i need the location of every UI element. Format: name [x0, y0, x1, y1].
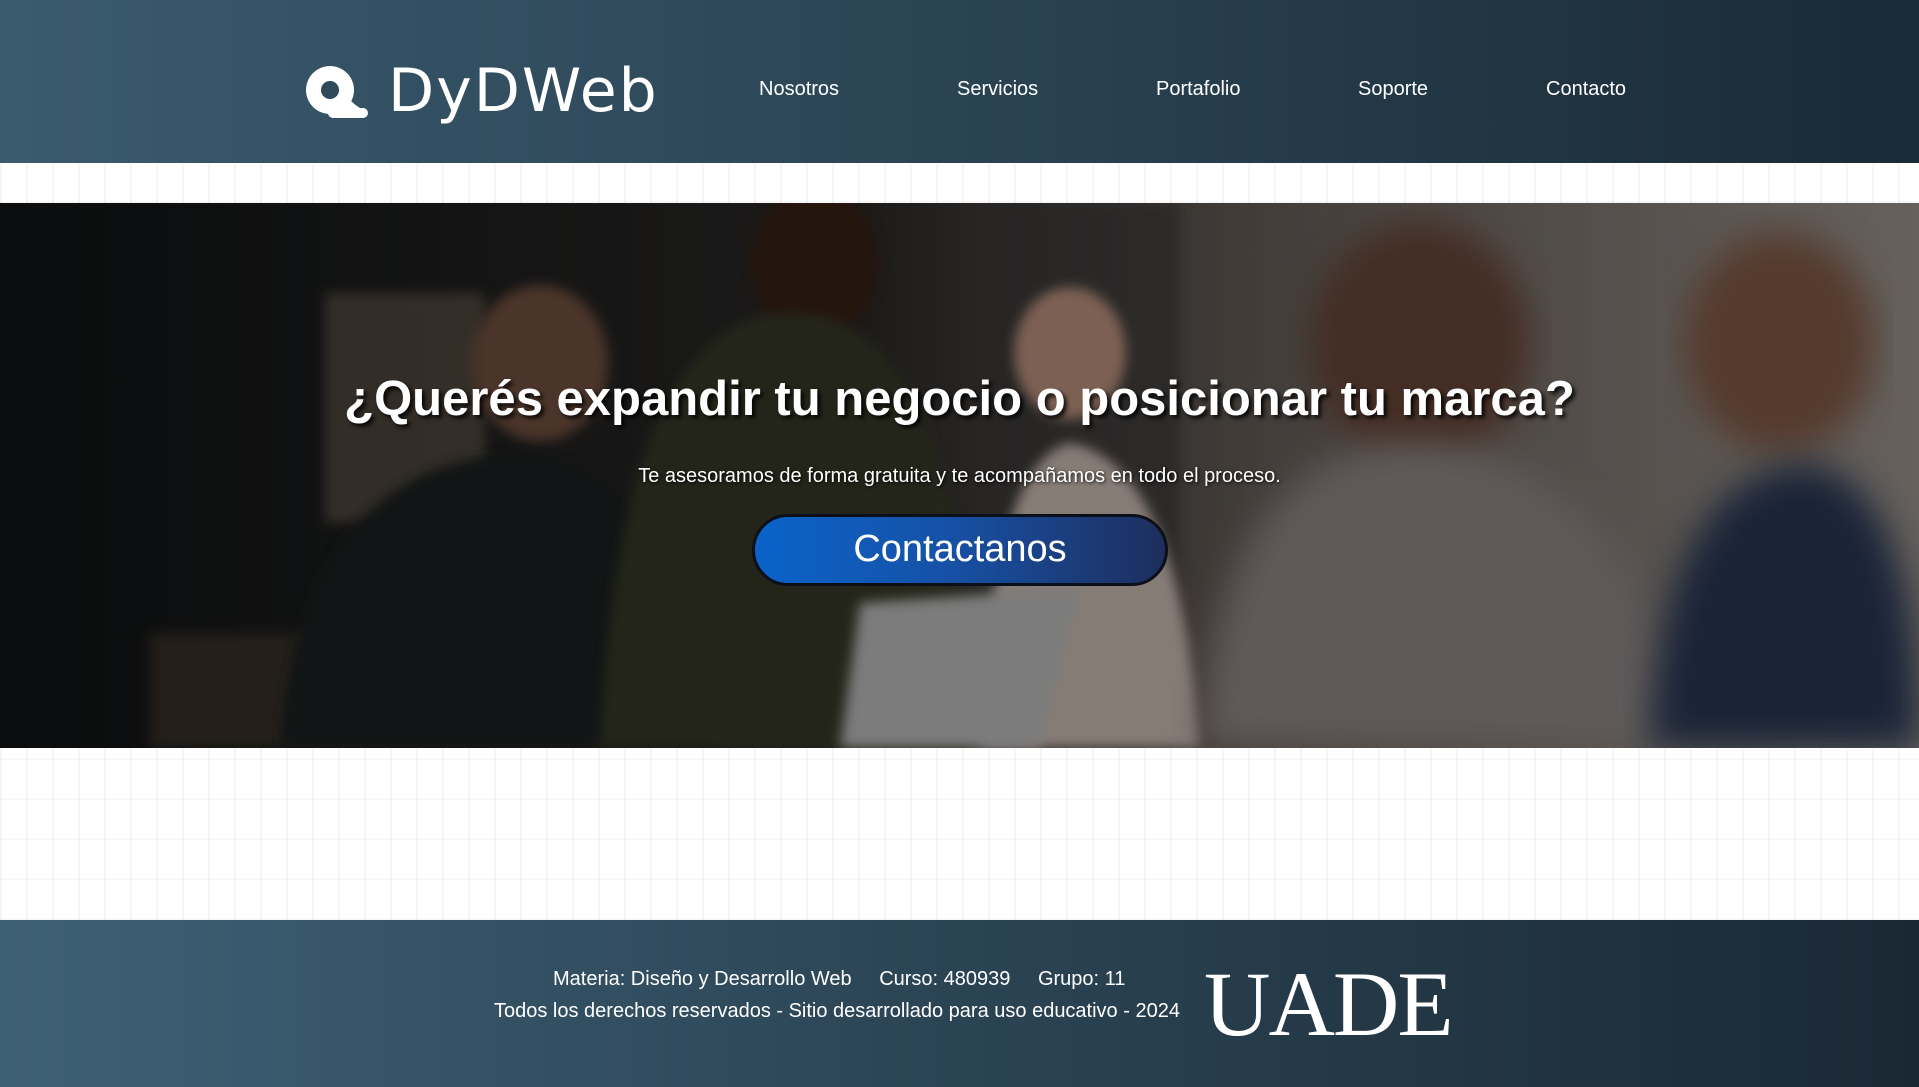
swirl-logo-icon — [306, 66, 368, 118]
circuit-pattern-band — [0, 748, 1919, 920]
brand-name: DyDWeb — [388, 56, 659, 126]
site-header: DyDWeb Nosotros Servicios Portafolio Sop… — [0, 0, 1919, 163]
hero-title: ¿Querés expandir tu negocio o posicionar… — [344, 372, 1575, 426]
uade-logo: UADE — [1204, 953, 1454, 1055]
grupo-text: Grupo: 11 — [1037, 968, 1126, 990]
materia-text: Materia: Diseño y Desarrollo Web — [553, 968, 852, 990]
curso-text: Curso: 480939 — [879, 968, 1011, 990]
brand-logo[interactable]: DyDWeb — [302, 56, 659, 126]
nav-item-nosotros[interactable]: Nosotros — [759, 78, 839, 101]
hero-section: ¿Querés expandir tu negocio o posicionar… — [0, 203, 1919, 748]
site-footer: Materia: Diseño y Desarrollo Web Curso: … — [0, 920, 1919, 1087]
nav-item-servicios[interactable]: Servicios — [957, 78, 1038, 101]
contact-button[interactable]: Contactanos — [752, 514, 1168, 586]
nav-item-soporte[interactable]: Soporte — [1358, 78, 1428, 101]
nav-item-contacto[interactable]: Contacto — [1546, 78, 1626, 101]
circuit-pattern-band — [0, 163, 1919, 203]
nav-item-portafolio[interactable]: Portafolio — [1156, 78, 1241, 101]
hero-subtitle: Te asesoramos de forma gratuita y te aco… — [638, 465, 1281, 487]
copyright-text: Todos los derechos reservados - Sitio de… — [494, 1000, 1180, 1022]
course-info: Materia: Diseño y Desarrollo Web Curso: … — [553, 968, 1125, 991]
